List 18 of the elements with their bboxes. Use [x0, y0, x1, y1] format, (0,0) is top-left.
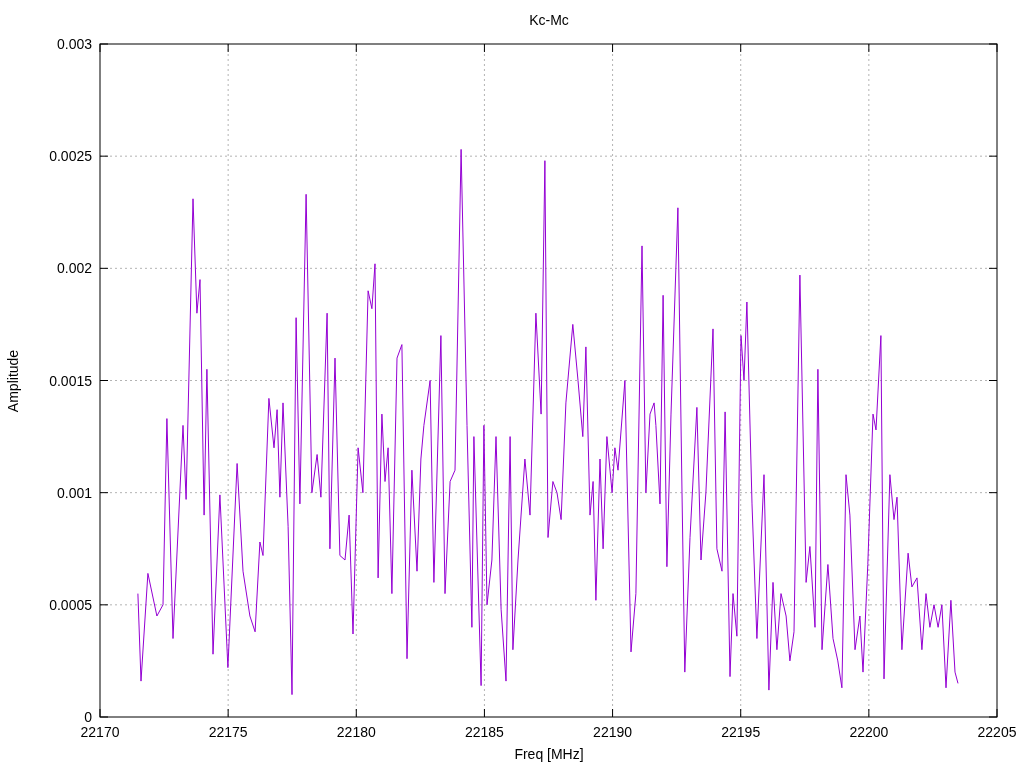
tick-label: 22205 [977, 724, 1017, 740]
tick-label: 0.0005 [49, 596, 92, 613]
tick-label: 22180 [336, 724, 376, 740]
tick-label: 22185 [464, 724, 504, 740]
tick-label: 22190 [593, 724, 633, 740]
tick-label: 22200 [849, 724, 889, 740]
chart-title: Kc-Mc [529, 12, 569, 28]
x-axis-label: Freq [MHz] [514, 746, 584, 762]
tick-label: 22195 [721, 724, 761, 740]
tick-label: 0.001 [56, 484, 92, 501]
tick-label: 0.003 [56, 36, 92, 52]
tick-label: 0 [84, 709, 92, 725]
tick-label: 0.0015 [49, 372, 92, 389]
tick-label: 0.002 [56, 260, 92, 277]
tick-label: 22175 [208, 724, 248, 740]
tick-label: 22170 [80, 724, 120, 740]
tick-label: 0.0025 [49, 148, 92, 165]
y-axis-label: Amplitude [5, 349, 21, 413]
